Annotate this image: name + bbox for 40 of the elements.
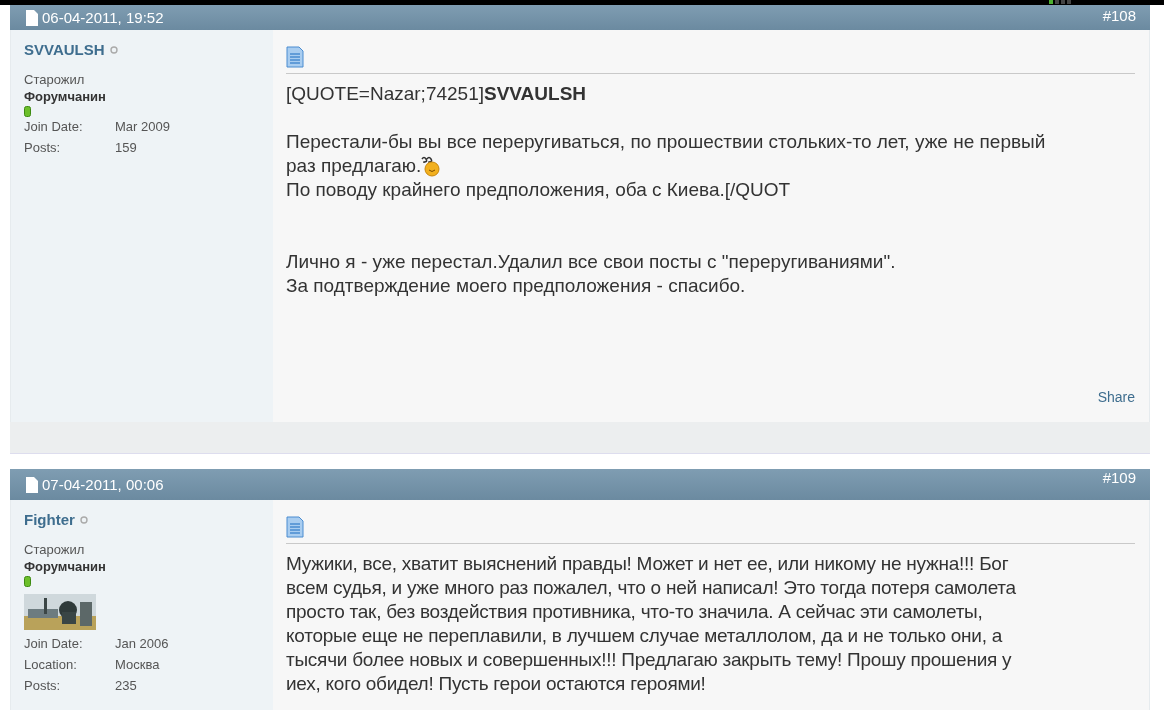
info-label: Join Date:: [24, 119, 84, 134]
document-icon: [286, 46, 304, 68]
document-icon: [26, 476, 38, 493]
message-text: Перестали-бы вы все переругиваться, по прошествии стольких-то лет, уже не первый: [286, 130, 1046, 154]
message-text: [QUOTE=Nazar;74251]SVVAULSH: [286, 82, 587, 106]
post-date: 06-04-2011, 19:52: [42, 9, 164, 26]
message-text: просто так, без воздействия противника, что-то значила. А сейчас эти самолеты,: [286, 600, 983, 624]
message-text: которые еще не переплавили, в лучшем случае металлолом, да и не только они, а: [286, 624, 1003, 648]
post-number-link[interactable]: #109: [1102, 469, 1136, 486]
reputation-icon: [24, 106, 31, 117]
info-value: Москва: [115, 657, 161, 672]
message-text: раз предлагаю.: [286, 154, 422, 178]
info-value: 159: [115, 140, 138, 155]
message-text: По поводу крайнего предположения, оба с Киева.[/QUOT: [286, 178, 791, 202]
message-text: тысячи более новых и совершенных!!! Предлагаю закрыть тему! Прошу прошения у: [286, 648, 1012, 672]
info-label: Posts:: [24, 140, 62, 155]
user-rank: Форумчанин: [24, 88, 107, 105]
post-date: 07-04-2011, 00:06: [42, 476, 164, 493]
user-title: Старожил: [24, 541, 86, 558]
info-value: Jan 2006: [115, 636, 169, 651]
user-rank: Форумчанин: [24, 558, 107, 575]
info-value: 235: [115, 678, 138, 693]
document-icon: [26, 9, 38, 26]
signal-dots-icon: [1049, 0, 1071, 4]
username-link[interactable]: SVVAULSH: [24, 41, 105, 58]
info-label: Join Date:: [24, 636, 84, 651]
share-link[interactable]: Share: [1097, 389, 1135, 405]
message-text: иех, кого обидел! Пусть герои остаются героями!: [286, 672, 706, 696]
username-link[interactable]: Fighter: [24, 511, 75, 528]
message-text: За подтверждение моего предположения - спасибо.: [286, 274, 746, 298]
post-number-link[interactable]: #108: [1102, 7, 1136, 24]
user-title: Старожил: [24, 71, 86, 88]
message-text: Лично я - уже перестал.Удалил все свои посты с "переругиваниями".: [286, 250, 896, 274]
info-label: Posts:: [24, 678, 62, 693]
message-text: Мужики, все, хватит выяснений правды! Может и нет ее, или никому не нужна!!! Бог: [286, 552, 1009, 576]
message-text: всем судья, и уже много раз пожалел, что о ней написал! Это тогда потеря самолета: [286, 576, 1016, 600]
info-label: Location:: [24, 657, 78, 672]
document-icon: [286, 516, 304, 538]
reputation-icon: [24, 576, 31, 587]
info-value: Mar 2009: [115, 119, 170, 134]
